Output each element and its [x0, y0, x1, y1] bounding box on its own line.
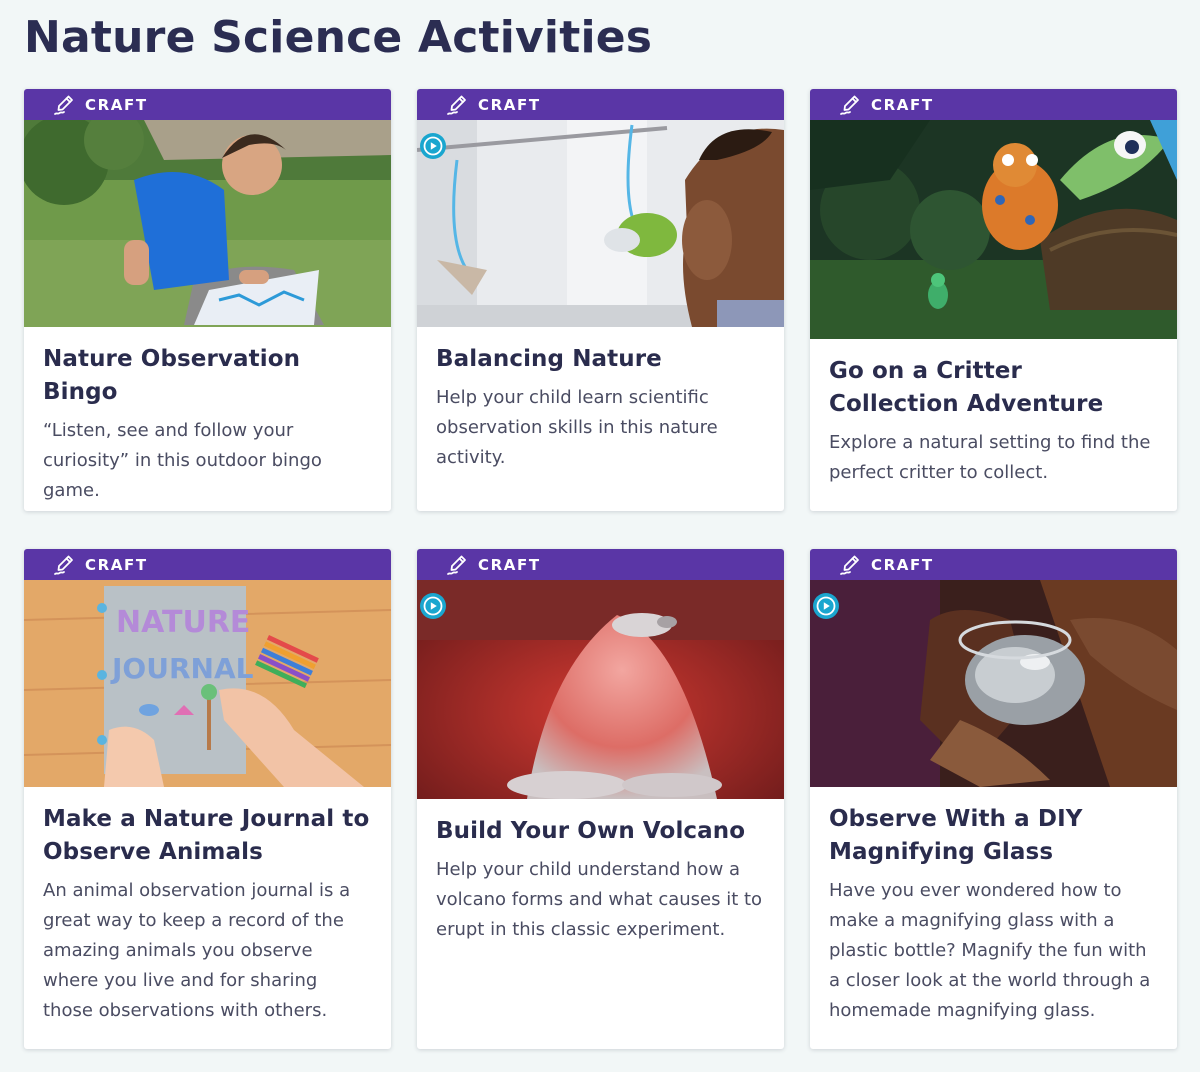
activity-card[interactable]: CRAFT Observe With a DIY Magnifying Glas…: [810, 549, 1177, 1049]
activity-thumbnail: [24, 120, 391, 327]
activity-card-link[interactable]: CRAFT: [810, 89, 1177, 511]
activity-card[interactable]: CRAFT Nature Observation Bingo “Listen, …: [24, 89, 391, 511]
category-tag-label: CRAFT: [478, 95, 541, 114]
play-video-icon[interactable]: [812, 592, 840, 620]
card-description: Have you ever wondered how to make a mag…: [829, 880, 1151, 1021]
card-title[interactable]: Make a Nature Journal to Observe Animals: [43, 803, 372, 869]
card-title[interactable]: Go on a Critter Collection Adventure: [829, 355, 1158, 421]
activity-thumbnail: [417, 580, 784, 799]
activity-card-link[interactable]: CRAFT: [417, 549, 784, 1049]
category-tag-label: CRAFT: [871, 555, 934, 574]
activity-card-link[interactable]: CRAFT Observe With a DIY Magnifying Glas…: [810, 549, 1177, 1049]
category-tag: CRAFT: [417, 549, 784, 580]
activity-card-link[interactable]: CRAFT Nature Observation Bingo “Listen, …: [24, 89, 391, 511]
activity-card[interactable]: CRAFT: [810, 89, 1177, 511]
category-tag-label: CRAFT: [85, 95, 148, 114]
activity-thumbnail: NATURE JOURNAL: [24, 580, 391, 787]
journal-cover-text: NATURE: [116, 605, 250, 640]
card-description: Help your child understand how a volcano…: [436, 859, 763, 940]
marker-pen-icon: [445, 93, 469, 117]
marker-pen-icon: [52, 553, 76, 577]
card-description: Explore a natural setting to find the pe…: [829, 432, 1151, 483]
card-description: Help your child learn scientific observa…: [436, 387, 718, 468]
activity-card-link[interactable]: CRAFT Balancing Nature Help your child l…: [417, 89, 784, 511]
activity-card[interactable]: CRAFT NATURE JOURNAL Make a Nature Journ…: [24, 549, 391, 1049]
activity-thumbnail: [417, 120, 784, 327]
activity-card[interactable]: CRAFT: [417, 549, 784, 1049]
journal-cover-text: JOURNAL: [110, 652, 254, 685]
category-tag: CRAFT: [810, 549, 1177, 580]
category-tag: CRAFT: [417, 89, 784, 120]
card-title[interactable]: Observe With a DIY Magnifying Glass: [829, 803, 1158, 869]
activity-thumbnail: [810, 580, 1177, 787]
marker-pen-icon: [838, 553, 862, 577]
marker-pen-icon: [445, 553, 469, 577]
card-description: “Listen, see and follow your curiosity” …: [43, 420, 322, 501]
activity-card[interactable]: CRAFT Balancing Nature Help your child l…: [417, 89, 784, 511]
page-title: Nature Science Activities: [24, 12, 653, 63]
marker-pen-icon: [838, 93, 862, 117]
activity-card-link[interactable]: CRAFT NATURE JOURNAL Make a Nature Journ…: [24, 549, 391, 1049]
category-tag-label: CRAFT: [85, 555, 148, 574]
play-video-icon[interactable]: [419, 132, 447, 160]
category-tag: CRAFT: [24, 549, 391, 580]
category-tag: CRAFT: [810, 89, 1177, 120]
category-tag-label: CRAFT: [478, 555, 541, 574]
card-title[interactable]: Nature Observation Bingo: [43, 343, 372, 409]
category-tag: CRAFT: [24, 89, 391, 120]
play-video-icon[interactable]: [419, 592, 447, 620]
card-title[interactable]: Balancing Nature: [436, 343, 765, 376]
card-description: An animal observation journal is a great…: [43, 880, 351, 1021]
activity-thumbnail: [810, 120, 1177, 339]
category-tag-label: CRAFT: [871, 95, 934, 114]
marker-pen-icon: [52, 93, 76, 117]
card-title[interactable]: Build Your Own Volcano: [436, 815, 765, 848]
